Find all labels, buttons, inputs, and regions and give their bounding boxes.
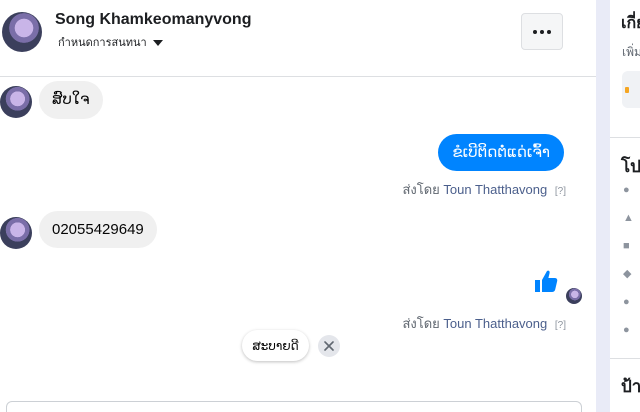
outgoing-message[interactable]: ຂໍເບີຕິດຕໍ່ແດ່ເຈົ້າ [438,134,564,171]
info-sidebar: เกี่ยวกับ เพิ่ม โปรไฟล์ ● ▲ ■ ◆ ● ● ป้าย [610,0,640,412]
sidebar-divider [610,358,640,359]
sent-by-help[interactable]: [?] [555,320,566,331]
close-icon-glyph [324,341,334,351]
close-icon[interactable] [318,335,340,357]
incoming-message[interactable]: ສົບໃຈ [39,81,103,119]
sidebar-about-title: เกี่ยวกับ [621,15,640,32]
sidebar-labels-title: ป้าย [621,377,640,396]
sent-by-help[interactable]: [?] [555,186,566,197]
clock-icon: ● [623,184,630,196]
message-composer[interactable] [6,401,582,412]
location-pin-icon: ● [623,324,630,336]
thumbs-up-icon [535,270,558,292]
contact-name[interactable]: Song Khamkeomanyvong [55,11,251,29]
sidebar-profile-title: โปรไฟล์ [621,157,640,176]
quick-reply-button[interactable]: ສະບາຍດີ [242,330,309,361]
location-pin-icon: ● [623,296,630,308]
panel-divider [596,0,610,412]
sent-by-prefix: ส่งโดย [402,182,440,197]
sent-by-prefix: ส่งโดย [402,316,440,331]
like-icon: ▲ [623,212,634,224]
sidebar-add-link[interactable]: เพิ่ม [622,43,640,62]
sidebar-divider [610,137,640,138]
seen-avatar [566,288,582,304]
caret-down-icon [152,39,163,46]
conversation-settings-dropdown[interactable]: กำหนดการสนทนา [58,33,163,51]
more-dots-icon [547,29,551,34]
contact-avatar-small [0,217,32,249]
sent-by-name[interactable]: Toun Thatthavong [443,316,547,331]
more-dots-icon [533,29,537,34]
sent-by-label: ส่งโดย Toun Thatthavong [?] [402,313,566,334]
sent-by-label: ส่งโดย Toun Thatthavong [?] [402,179,566,200]
more-dots-icon [540,29,544,34]
more-options-button[interactable] [521,13,563,50]
conversation-settings-label: กำหนดการสนทนา [58,37,147,49]
graduation-cap-icon: ◆ [623,268,632,280]
contact-avatar[interactable] [2,12,42,52]
sent-by-name[interactable]: Toun Thatthavong [443,182,547,197]
chat-panel: Song Khamkeomanyvong กำหนดการสนทนา ສົບໃຈ… [0,0,596,412]
contact-avatar-small [0,86,32,118]
briefcase-icon: ■ [623,240,630,252]
incoming-message[interactable]: 02055429649 [39,211,157,248]
sidebar-card-icon [625,87,629,93]
conversation-header: Song Khamkeomanyvong กำหนดการสนทนา [0,0,596,77]
